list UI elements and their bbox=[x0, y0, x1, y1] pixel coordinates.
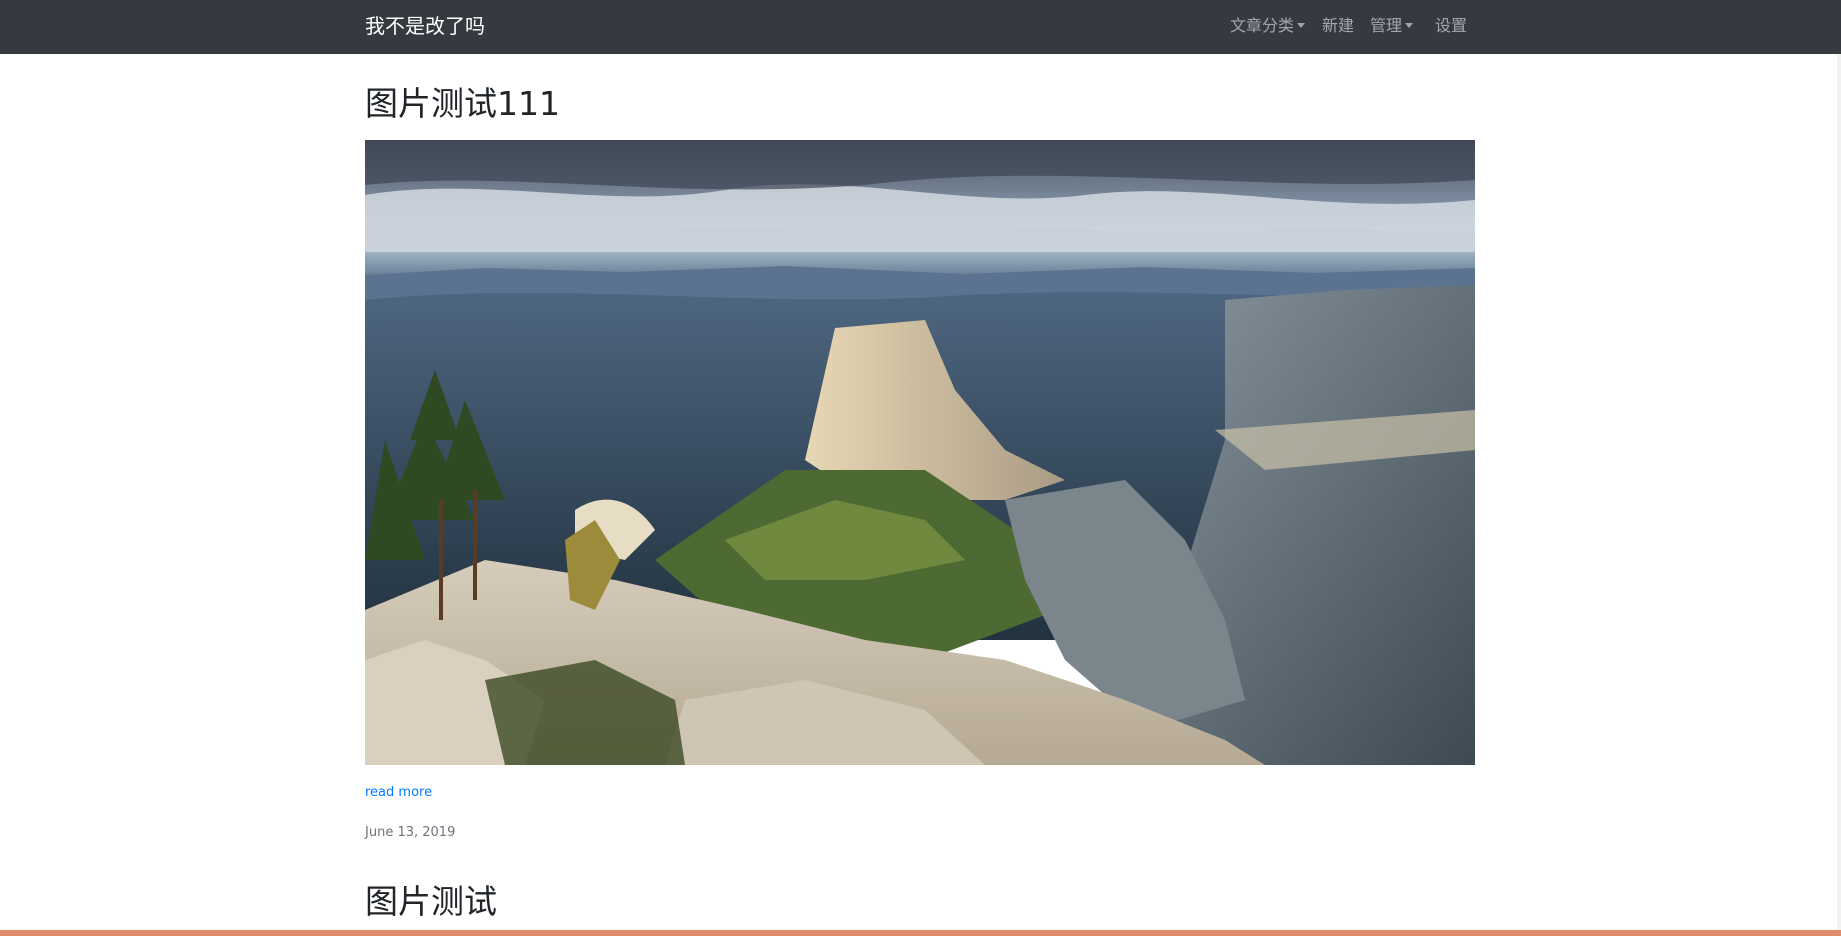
nav-manage-dropdown[interactable]: 管理 bbox=[1370, 15, 1414, 37]
nav-categories-dropdown[interactable]: 文章分类 bbox=[1230, 15, 1306, 37]
post-image bbox=[365, 140, 1475, 765]
top-navbar: 我不是改了吗 文章分类 新建 管理 设置 bbox=[0, 0, 1841, 54]
site-brand[interactable]: 我不是改了吗 bbox=[365, 13, 485, 39]
post-title[interactable]: 图片测试111 bbox=[365, 83, 560, 125]
post-title[interactable]: 图片测试 bbox=[365, 881, 497, 923]
scrollbar[interactable] bbox=[1837, 54, 1841, 930]
caret-down-icon bbox=[1405, 22, 1414, 28]
post-date: June 13, 2019 bbox=[365, 825, 456, 840]
nav-categories-label: 文章分类 bbox=[1230, 16, 1295, 35]
nav-manage-label: 管理 bbox=[1370, 16, 1403, 35]
bottom-accent-bar bbox=[0, 930, 1841, 936]
nav-settings[interactable]: 设置 bbox=[1435, 15, 1467, 37]
read-more-link[interactable]: read more bbox=[365, 785, 432, 800]
caret-down-icon bbox=[1297, 22, 1306, 28]
nav-new[interactable]: 新建 bbox=[1322, 15, 1354, 37]
